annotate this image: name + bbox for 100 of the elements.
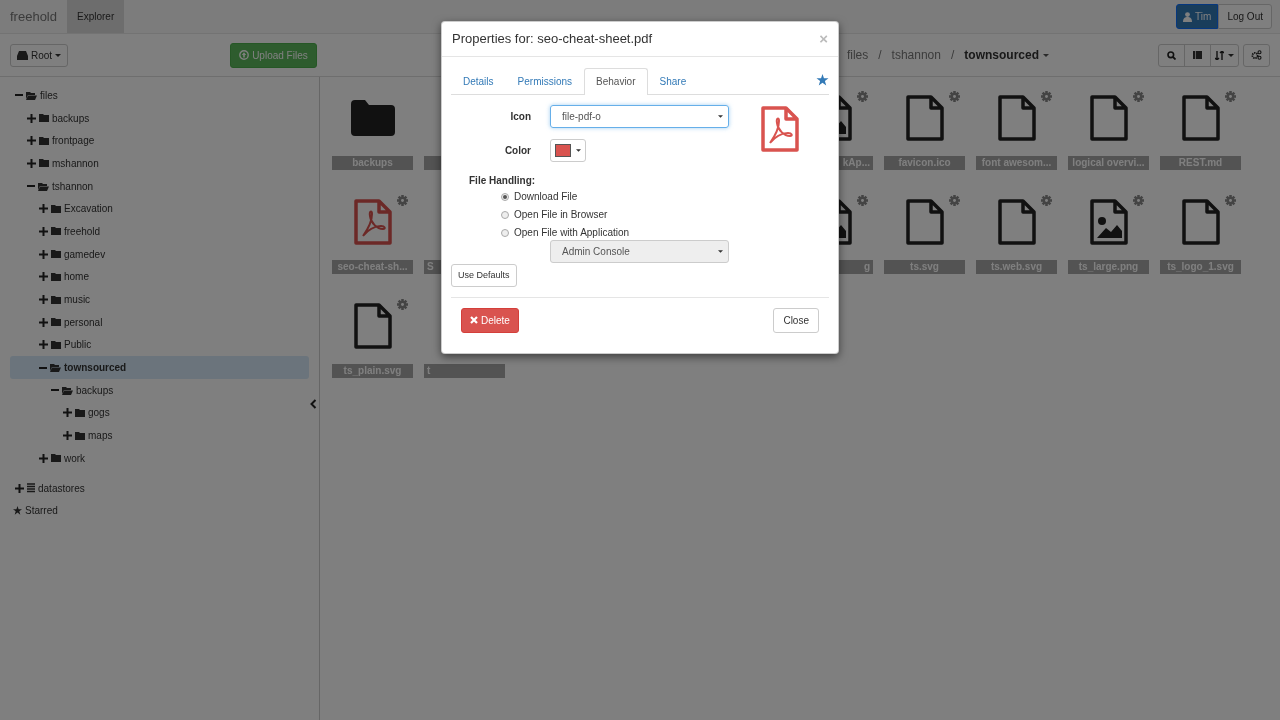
- tree-item[interactable]: datastores: [10, 476, 309, 500]
- gear-icon[interactable]: [397, 299, 408, 310]
- tree-label: freehold: [64, 224, 101, 239]
- expand-icon[interactable]: [27, 113, 36, 123]
- tab[interactable]: Permissions: [505, 67, 585, 95]
- sort-button[interactable]: [1210, 43, 1239, 67]
- root-button[interactable]: Root: [10, 43, 69, 67]
- expand-icon[interactable]: [27, 158, 36, 168]
- breadcrumb-current[interactable]: townsourced: [964, 46, 1049, 64]
- user-icon: [1183, 11, 1193, 22]
- gear-icon[interactable]: [1133, 195, 1144, 206]
- tree-item[interactable]: files: [10, 84, 309, 107]
- brand-name[interactable]: freehold: [0, 0, 67, 33]
- tree-item[interactable]: frontpage: [10, 129, 309, 153]
- tree-label: gamedev: [64, 247, 106, 262]
- tree-label: backups: [76, 383, 114, 398]
- expand-icon[interactable]: [39, 295, 48, 305]
- gear-icon[interactable]: [1041, 195, 1052, 206]
- gear-icon[interactable]: [949, 195, 960, 206]
- tree-item[interactable]: backups: [10, 378, 309, 402]
- tab[interactable]: Share: [647, 67, 699, 95]
- color-picker[interactable]: [550, 138, 586, 162]
- tree-item[interactable]: Public: [10, 333, 309, 357]
- file-icon: [996, 94, 1037, 142]
- tree-label: mshannon: [52, 156, 99, 171]
- use-defaults-button[interactable]: Use Defaults: [451, 263, 517, 287]
- expand-icon[interactable]: [39, 453, 48, 463]
- tree-label: music: [64, 293, 91, 308]
- radio-option[interactable]: Open File in Browser: [501, 205, 729, 224]
- gear-icon[interactable]: [1225, 91, 1236, 102]
- tab[interactable]: Behavior: [584, 67, 648, 95]
- expand-icon[interactable]: [27, 136, 36, 146]
- tree-item[interactable]: townsourced: [10, 356, 309, 379]
- breadcrumb-link[interactable]: files: [846, 46, 869, 64]
- folder-icon: [51, 250, 61, 259]
- tree-item[interactable]: maps: [10, 424, 309, 447]
- gear-icon[interactable]: [1225, 195, 1236, 206]
- expand-icon[interactable]: [39, 317, 48, 327]
- star-icon: [13, 506, 22, 516]
- tree-item[interactable]: Starred: [10, 499, 309, 523]
- delete-button[interactable]: Delete: [461, 307, 519, 333]
- tab[interactable]: Details: [451, 67, 506, 95]
- folder-icon: [51, 227, 61, 236]
- radio-button[interactable]: [501, 192, 509, 201]
- tree-item[interactable]: tshannon: [10, 174, 309, 198]
- expand-icon[interactable]: [63, 408, 72, 418]
- search-button[interactable]: [1158, 43, 1185, 67]
- gear-icon[interactable]: [949, 91, 960, 102]
- tree-item[interactable]: backups: [10, 106, 309, 130]
- icon-select[interactable]: file-pdf-o: [550, 104, 729, 128]
- folder-icon: [51, 295, 61, 304]
- tree-item[interactable]: gogs: [10, 401, 309, 425]
- expand-icon[interactable]: [39, 340, 48, 350]
- radio-button[interactable]: [501, 228, 509, 237]
- gear-icon[interactable]: [397, 195, 408, 206]
- close-button[interactable]: Close: [773, 307, 819, 333]
- expand-icon[interactable]: [39, 204, 48, 214]
- tree-item[interactable]: music: [10, 288, 309, 311]
- tree-label: tshannon: [52, 179, 94, 194]
- settings-button[interactable]: [1243, 43, 1270, 67]
- image-file-icon: [1088, 198, 1129, 246]
- file-icon: [1088, 94, 1129, 142]
- nav-tab[interactable]: Explorer: [67, 0, 125, 33]
- radio-button[interactable]: [501, 210, 509, 219]
- folder-icon: [39, 159, 49, 168]
- radio-option[interactable]: Open File with Application: [501, 223, 729, 242]
- caret-icon: [576, 148, 581, 152]
- tree-item[interactable]: freehold: [10, 220, 309, 243]
- tree-item[interactable]: Excavation: [10, 197, 309, 221]
- expand-icon[interactable]: [39, 249, 48, 259]
- file-icon: [1180, 94, 1221, 142]
- tree-item[interactable]: work: [10, 447, 309, 470]
- list-view-button[interactable]: [1184, 43, 1211, 67]
- expand-icon[interactable]: [39, 226, 48, 236]
- tree-item[interactable]: mshannon: [10, 152, 309, 175]
- gear-icon[interactable]: [1133, 91, 1144, 102]
- sort-icon: [1215, 50, 1224, 60]
- collapse-sidebar-icon[interactable]: [310, 399, 317, 409]
- tree-label: Excavation: [64, 202, 113, 217]
- expand-icon[interactable]: [63, 431, 72, 441]
- folder-icon: [75, 408, 85, 417]
- radio-option[interactable]: Download File: [501, 187, 729, 206]
- tree-label: gogs: [88, 406, 110, 421]
- gear-icon[interactable]: [1041, 91, 1052, 102]
- folder-icon: [51, 204, 61, 213]
- logout-button[interactable]: Log Out: [1218, 4, 1272, 29]
- folder-icon: [51, 340, 61, 349]
- star-icon[interactable]: [816, 73, 829, 86]
- gear-icon[interactable]: [857, 91, 868, 102]
- breadcrumb-link[interactable]: tshannon: [891, 46, 941, 64]
- gear-icon[interactable]: [857, 195, 868, 206]
- folder-icon: [51, 454, 61, 463]
- expand-icon[interactable]: [39, 272, 48, 282]
- caret-icon: [1228, 53, 1234, 57]
- expand-icon[interactable]: [15, 483, 24, 493]
- dialog-title: Properties for: seo-cheat-sheet.pdf: [452, 31, 653, 47]
- tree-item[interactable]: gamedev: [10, 242, 309, 266]
- tree-item[interactable]: home: [10, 265, 309, 289]
- user-button[interactable]: Tim: [1176, 4, 1219, 29]
- tree-item[interactable]: personal: [10, 310, 309, 334]
